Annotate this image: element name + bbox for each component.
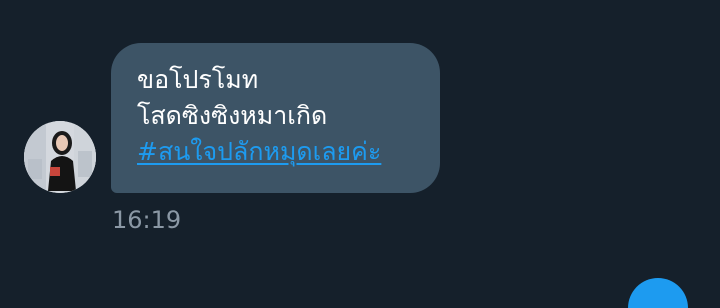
message-text-line-1: ขอโปรโมท	[137, 65, 259, 94]
message-text-line-2: โสดซิงซิงหมาเกิด	[137, 101, 328, 130]
chat-message-list: ขอโปรโมท โสดซิงซิงหมาเกิด #สนใจปลักหมุดเ…	[0, 0, 720, 308]
message-timestamp: 16:19	[112, 206, 182, 234]
sender-avatar[interactable]	[24, 121, 96, 193]
avatar-photo-icon	[24, 121, 96, 193]
partial-outgoing-bubble	[628, 278, 688, 308]
hashtag-link[interactable]: #สนใจปลักหมุดเลยค่ะ	[137, 134, 381, 170]
message-bubble[interactable]: ขอโปรโมท โสดซิงซิงหมาเกิด #สนใจปลักหมุดเ…	[111, 43, 440, 193]
